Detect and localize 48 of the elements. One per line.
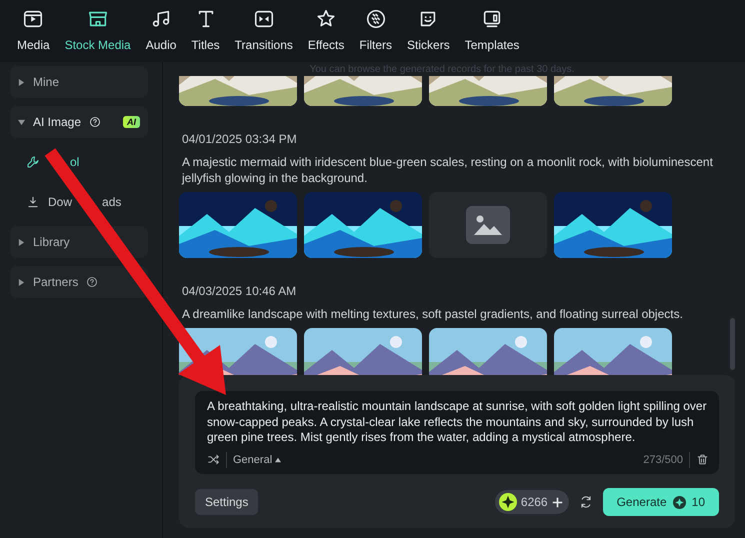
sidebar-label: ads: [102, 194, 122, 211]
toolbar-tab[interactable]: Filters: [358, 8, 394, 54]
prompt-field[interactable]: A breathtaking, ultra-realistic mountain landscape at sunrise, with soft golden light spilling over snow-capped peaks. A crystal-clear lake reflects the mountains and sky, surrounded by lush green pine trees. Mist gently rises from the water, adding a mystical atmosphere. General 273/500: [195, 391, 719, 474]
shuffle-icon[interactable]: [207, 453, 220, 466]
sidebar-item[interactable]: Partners: [10, 266, 148, 298]
trash-icon[interactable]: [696, 453, 709, 466]
style-dropdown[interactable]: General: [226, 452, 282, 468]
record-timestamp: 04/03/2025 10:46 AM: [182, 284, 298, 298]
play-icon: [22, 8, 44, 30]
caret-icon: [18, 238, 25, 246]
image-icon: [466, 206, 510, 244]
sidebar-subitem[interactable]: Dow ads: [10, 186, 148, 218]
settings-button[interactable]: Settings: [195, 489, 258, 515]
transition-icon: [252, 8, 275, 30]
filter-icon: [364, 8, 387, 30]
credit-icon: [672, 496, 686, 508]
plus-icon: [552, 496, 563, 508]
toolbar-tab[interactable]: Templates: [464, 8, 520, 54]
sidebar-item[interactable]: Mine: [10, 66, 148, 98]
record-prompt: A majestic mermaid with iridescent blue-green scales, resting on a moonlit rock, with bioluminescent jellyfish glowing in the background.: [182, 154, 714, 186]
record-prompt: A dreamlike landscape with melting textures, soft pastel gradients, and floating surreal objects.: [182, 306, 684, 322]
toolbar-tab[interactable]: Effects: [306, 8, 346, 54]
record-timestamp: 04/01/2025 03:34 PM: [182, 132, 298, 146]
download-icon: [26, 195, 40, 209]
image-placeholder[interactable]: [429, 192, 547, 258]
caret-icon: [18, 278, 25, 286]
toolbar-tab[interactable]: Audio: [144, 8, 178, 54]
sidebar-label: ol: [70, 154, 80, 171]
toolbar-tab[interactable]: Stock Media: [64, 8, 132, 54]
toolbar-tab[interactable]: Transitions: [234, 8, 294, 54]
sidebar-item[interactable]: AI Image AI: [10, 106, 148, 138]
toolbar-tab[interactable]: Titles: [190, 8, 221, 54]
help-icon[interactable]: [86, 276, 98, 288]
scrollbar[interactable]: [730, 318, 735, 370]
toolbar-tab[interactable]: Media: [16, 8, 51, 54]
sidebar-subitem[interactable]: ol: [10, 146, 148, 178]
refresh-icon[interactable]: [578, 495, 593, 509]
toolbar-tab[interactable]: Stickers: [406, 8, 451, 54]
caret-icon: [18, 78, 25, 86]
sidebar-label: Dow: [48, 194, 72, 211]
caret-icon: [275, 456, 282, 463]
credits-button[interactable]: 6266: [494, 490, 569, 514]
wrench-icon: [26, 155, 40, 169]
character-counter: 273/500: [643, 452, 690, 468]
ai-badge: AI: [123, 116, 140, 128]
caret-icon: [18, 118, 25, 126]
credit-icon: [498, 493, 517, 511]
generate-button[interactable]: Generate 10: [602, 488, 719, 516]
